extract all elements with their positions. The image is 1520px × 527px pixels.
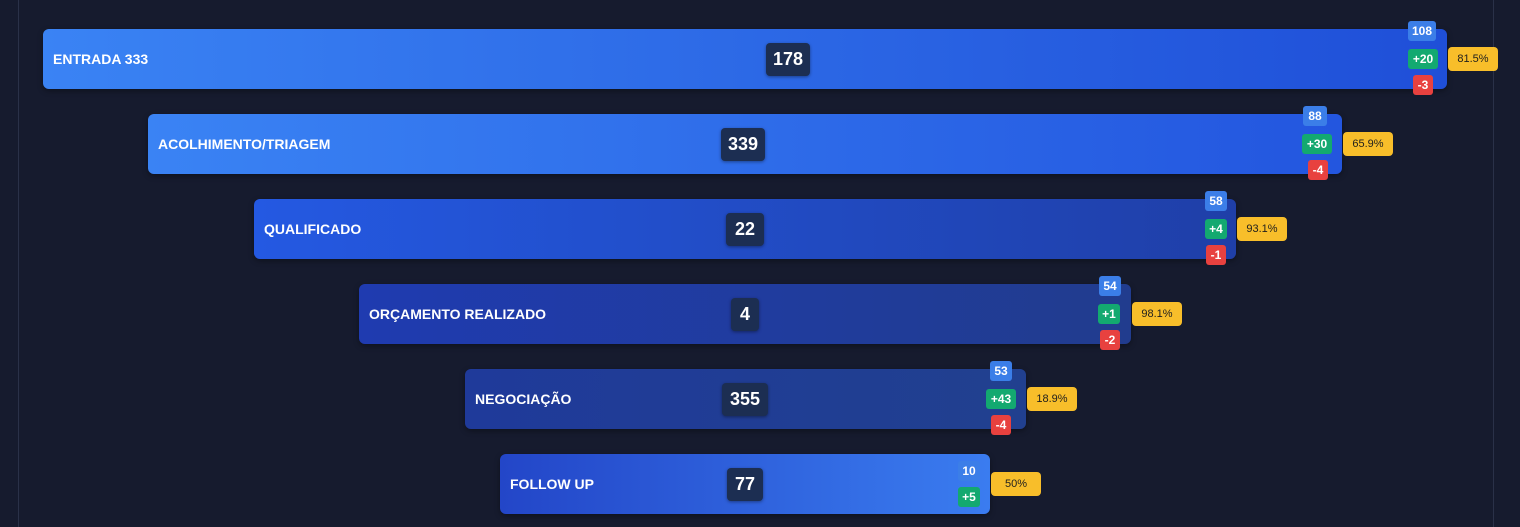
stage-count: 22 — [726, 213, 764, 246]
stage-count: 4 — [731, 298, 759, 331]
stage-conversion-rate: 98.1% — [1132, 302, 1182, 326]
stage-in-badge: +5 — [958, 487, 980, 507]
stage-label: ACOLHIMENTO/TRIAGEM — [158, 136, 331, 152]
stage-out-badge: -1 — [1206, 245, 1226, 265]
stage-total-badge: 88 — [1303, 106, 1327, 126]
funnel-stage-acolhimento-triagem[interactable]: ACOLHIMENTO/TRIAGEM 339 88 +30 -4 65.9% — [148, 106, 1393, 180]
stage-count: 178 — [766, 43, 810, 76]
stage-in-badge: +20 — [1408, 49, 1438, 69]
stage-in-badge: +30 — [1302, 134, 1332, 154]
stage-in-badge: +4 — [1205, 219, 1227, 239]
stage-conversion-rate: 18.9% — [1027, 387, 1077, 411]
stage-in-badge: +43 — [986, 389, 1016, 409]
stage-label: FOLLOW UP — [510, 476, 594, 492]
stage-conversion-rate: 93.1% — [1237, 217, 1287, 241]
stage-label: ENTRADA 333 — [53, 51, 149, 67]
stage-total-badge: 58 — [1205, 191, 1227, 211]
stage-conversion-rate: 50% — [991, 472, 1041, 496]
stage-out-badge: -3 — [1413, 75, 1433, 95]
page: ENTRADA 333 178 108 +20 -3 81.5% ACOLHIM… — [0, 0, 1520, 527]
pipeline-funnel: ENTRADA 333 178 108 +20 -3 81.5% ACOLHIM… — [0, 0, 1520, 527]
stage-total-badge: 54 — [1099, 276, 1121, 296]
stage-label: QUALIFICADO — [264, 221, 362, 237]
stage-count: 355 — [722, 383, 768, 416]
funnel-stage-follow-up[interactable]: FOLLOW UP 77 10 +5 50% — [500, 454, 1041, 514]
funnel-stage-entrada[interactable]: ENTRADA 333 178 108 +20 -3 81.5% — [43, 21, 1498, 95]
stage-total-badge: 53 — [990, 361, 1012, 381]
stage-label: NEGOCIAÇÃO — [475, 391, 572, 407]
funnel-stage-qualificado[interactable]: QUALIFICADO 22 58 +4 -1 93.1% — [254, 191, 1287, 265]
stage-conversion-rate: 65.9% — [1343, 132, 1393, 156]
stage-out-badge: -4 — [991, 415, 1011, 435]
stage-in-badge: +1 — [1098, 304, 1120, 324]
stage-count: 77 — [727, 468, 763, 501]
stage-label: ORÇAMENTO REALIZADO — [369, 306, 547, 322]
stage-conversion-rate: 81.5% — [1448, 47, 1498, 71]
funnel-stage-orcamento-realizado[interactable]: ORÇAMENTO REALIZADO 4 54 +1 -2 98.1% — [359, 276, 1182, 350]
stage-out-badge: -2 — [1100, 330, 1120, 350]
stage-total-badge: 10 — [958, 461, 980, 481]
stage-total-badge: 108 — [1408, 21, 1436, 41]
funnel-stage-negociacao[interactable]: NEGOCIAÇÃO 355 53 +43 -4 18.9% — [465, 361, 1077, 435]
stage-out-badge: -4 — [1308, 160, 1328, 180]
stage-count: 339 — [721, 128, 765, 161]
